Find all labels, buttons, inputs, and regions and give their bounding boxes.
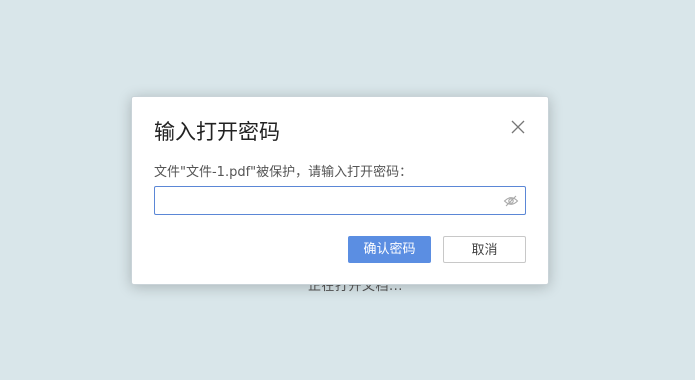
dialog-title: 输入打开密码 bbox=[154, 120, 280, 144]
toggle-visibility-button[interactable] bbox=[503, 193, 519, 209]
password-prompt: 文件"文件-1.pdf"被保护，请输入打开密码： bbox=[154, 165, 413, 180]
cancel-button[interactable]: 取消 bbox=[443, 236, 526, 263]
eye-off-icon bbox=[503, 195, 519, 207]
confirm-password-button[interactable]: 确认密码 bbox=[348, 236, 431, 263]
password-input[interactable] bbox=[155, 187, 495, 214]
password-field bbox=[154, 186, 526, 215]
close-button[interactable] bbox=[510, 119, 526, 135]
close-icon bbox=[511, 120, 525, 134]
password-dialog: 输入打开密码 文件"文件-1.pdf"被保护，请输入打开密码： 确认密码 取消 bbox=[131, 96, 549, 285]
